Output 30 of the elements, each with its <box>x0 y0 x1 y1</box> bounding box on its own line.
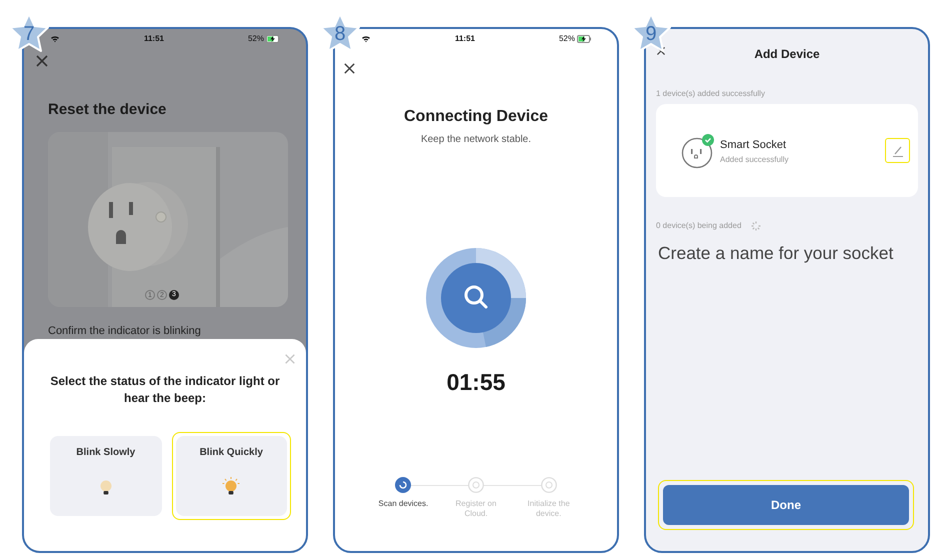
wifi-icon <box>361 35 371 43</box>
battery-percent: 52% <box>248 33 264 45</box>
screen-subtitle: Keep the network stable. <box>420 133 532 147</box>
section-caption: 1 device(s) added successfully <box>656 88 765 100</box>
step-label: Register on Cloud. <box>454 499 498 519</box>
edit-button[interactable] <box>885 138 910 163</box>
battery-icon <box>266 35 280 43</box>
device-status: Added successfully <box>720 154 788 166</box>
status-time: 11:51 <box>144 33 164 45</box>
option-card[interactable]: Blink Quickly <box>172 432 291 520</box>
status-time: 11:51 <box>454 33 475 45</box>
close-icon[interactable] <box>35 54 49 68</box>
socket-icon <box>680 133 716 169</box>
wifi-icon <box>50 35 60 43</box>
device-name: Smart Socket <box>720 138 786 153</box>
battery-icon <box>576 35 591 43</box>
screen-title: Connecting Device <box>402 107 550 127</box>
step-label: Initialize the device. <box>526 499 571 519</box>
instruction-text: Confirm the indicator is blinking <box>48 324 201 338</box>
annotation-text: Create a name for your socket <box>658 242 894 265</box>
battery-percent: 52% <box>558 33 575 45</box>
countdown-timer: 01:55 <box>446 368 506 397</box>
step-label: Scan devices. <box>377 499 430 509</box>
loading-spinner-icon <box>751 221 762 231</box>
section-caption: 0 device(s) being added <box>656 220 742 232</box>
sheet-title: Select the status of the indicator light or hear the beep: <box>49 373 281 407</box>
screen-title: Reset the device <box>48 100 166 120</box>
screen-title: Add Device <box>753 46 821 63</box>
done-button[interactable]: Done <box>663 485 909 525</box>
close-icon[interactable] <box>343 62 356 75</box>
